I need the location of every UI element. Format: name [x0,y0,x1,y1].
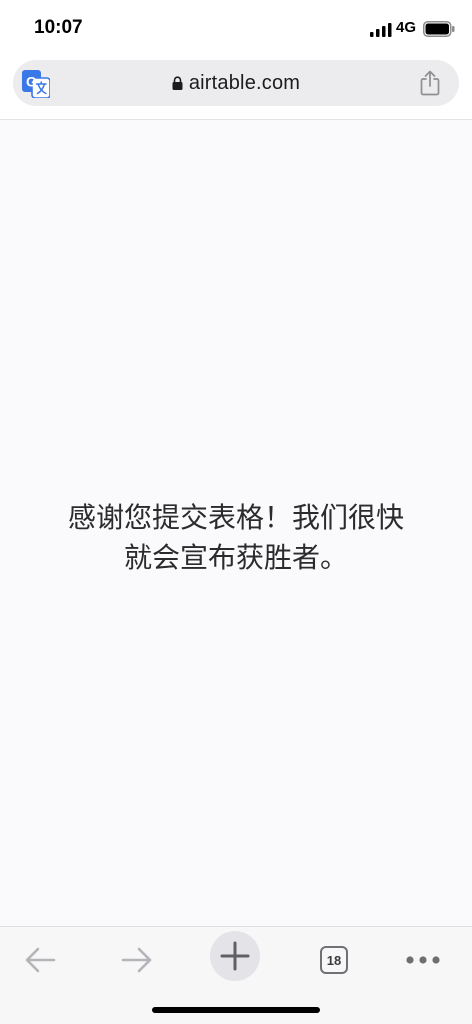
address-bar[interactable]: G airtable.com [13,60,459,106]
tabs-icon: 18 [320,946,348,974]
network-label: 4G [396,19,417,36]
new-tab-button[interactable] [210,931,260,981]
message-line-1: 感谢您提交表格！我们很快 [67,501,404,534]
home-indicator[interactable] [152,1007,320,1013]
back-button[interactable] [15,935,65,985]
tab-count: 18 [326,952,342,968]
forward-arrow-icon [121,947,152,973]
message-line-2: 就会宣布获胜者。 [123,541,348,574]
forward-button[interactable] [112,935,162,985]
status-time: 10:07 [34,17,83,38]
signal-icon [370,23,392,37]
address-bar-area: G airtable.com [0,58,472,120]
back-arrow-icon [25,947,56,973]
tab-switcher-button[interactable]: 18 [309,935,359,985]
url-text: airtable.com [188,72,301,94]
battery-icon [423,21,455,37]
status-bar: 10:07 4G [0,0,472,58]
browser-screen: 10:07 4G G airtable.com 感谢您提交表格！我们很快 就会宣… [0,0,472,1024]
url-display[interactable]: airtable.com [13,72,459,95]
menu-button[interactable] [398,935,448,985]
bottom-toolbar: 18 [0,926,472,1024]
lock-icon [172,76,183,90]
plus-icon [220,941,250,971]
thank-you-message: 感谢您提交表格！我们很快 就会宣布获胜者。 [30,498,442,578]
web-page-content: 感谢您提交表格！我们很快 就会宣布获胜者。 [0,120,472,926]
more-dots-icon [406,956,440,964]
share-icon[interactable] [419,70,441,96]
